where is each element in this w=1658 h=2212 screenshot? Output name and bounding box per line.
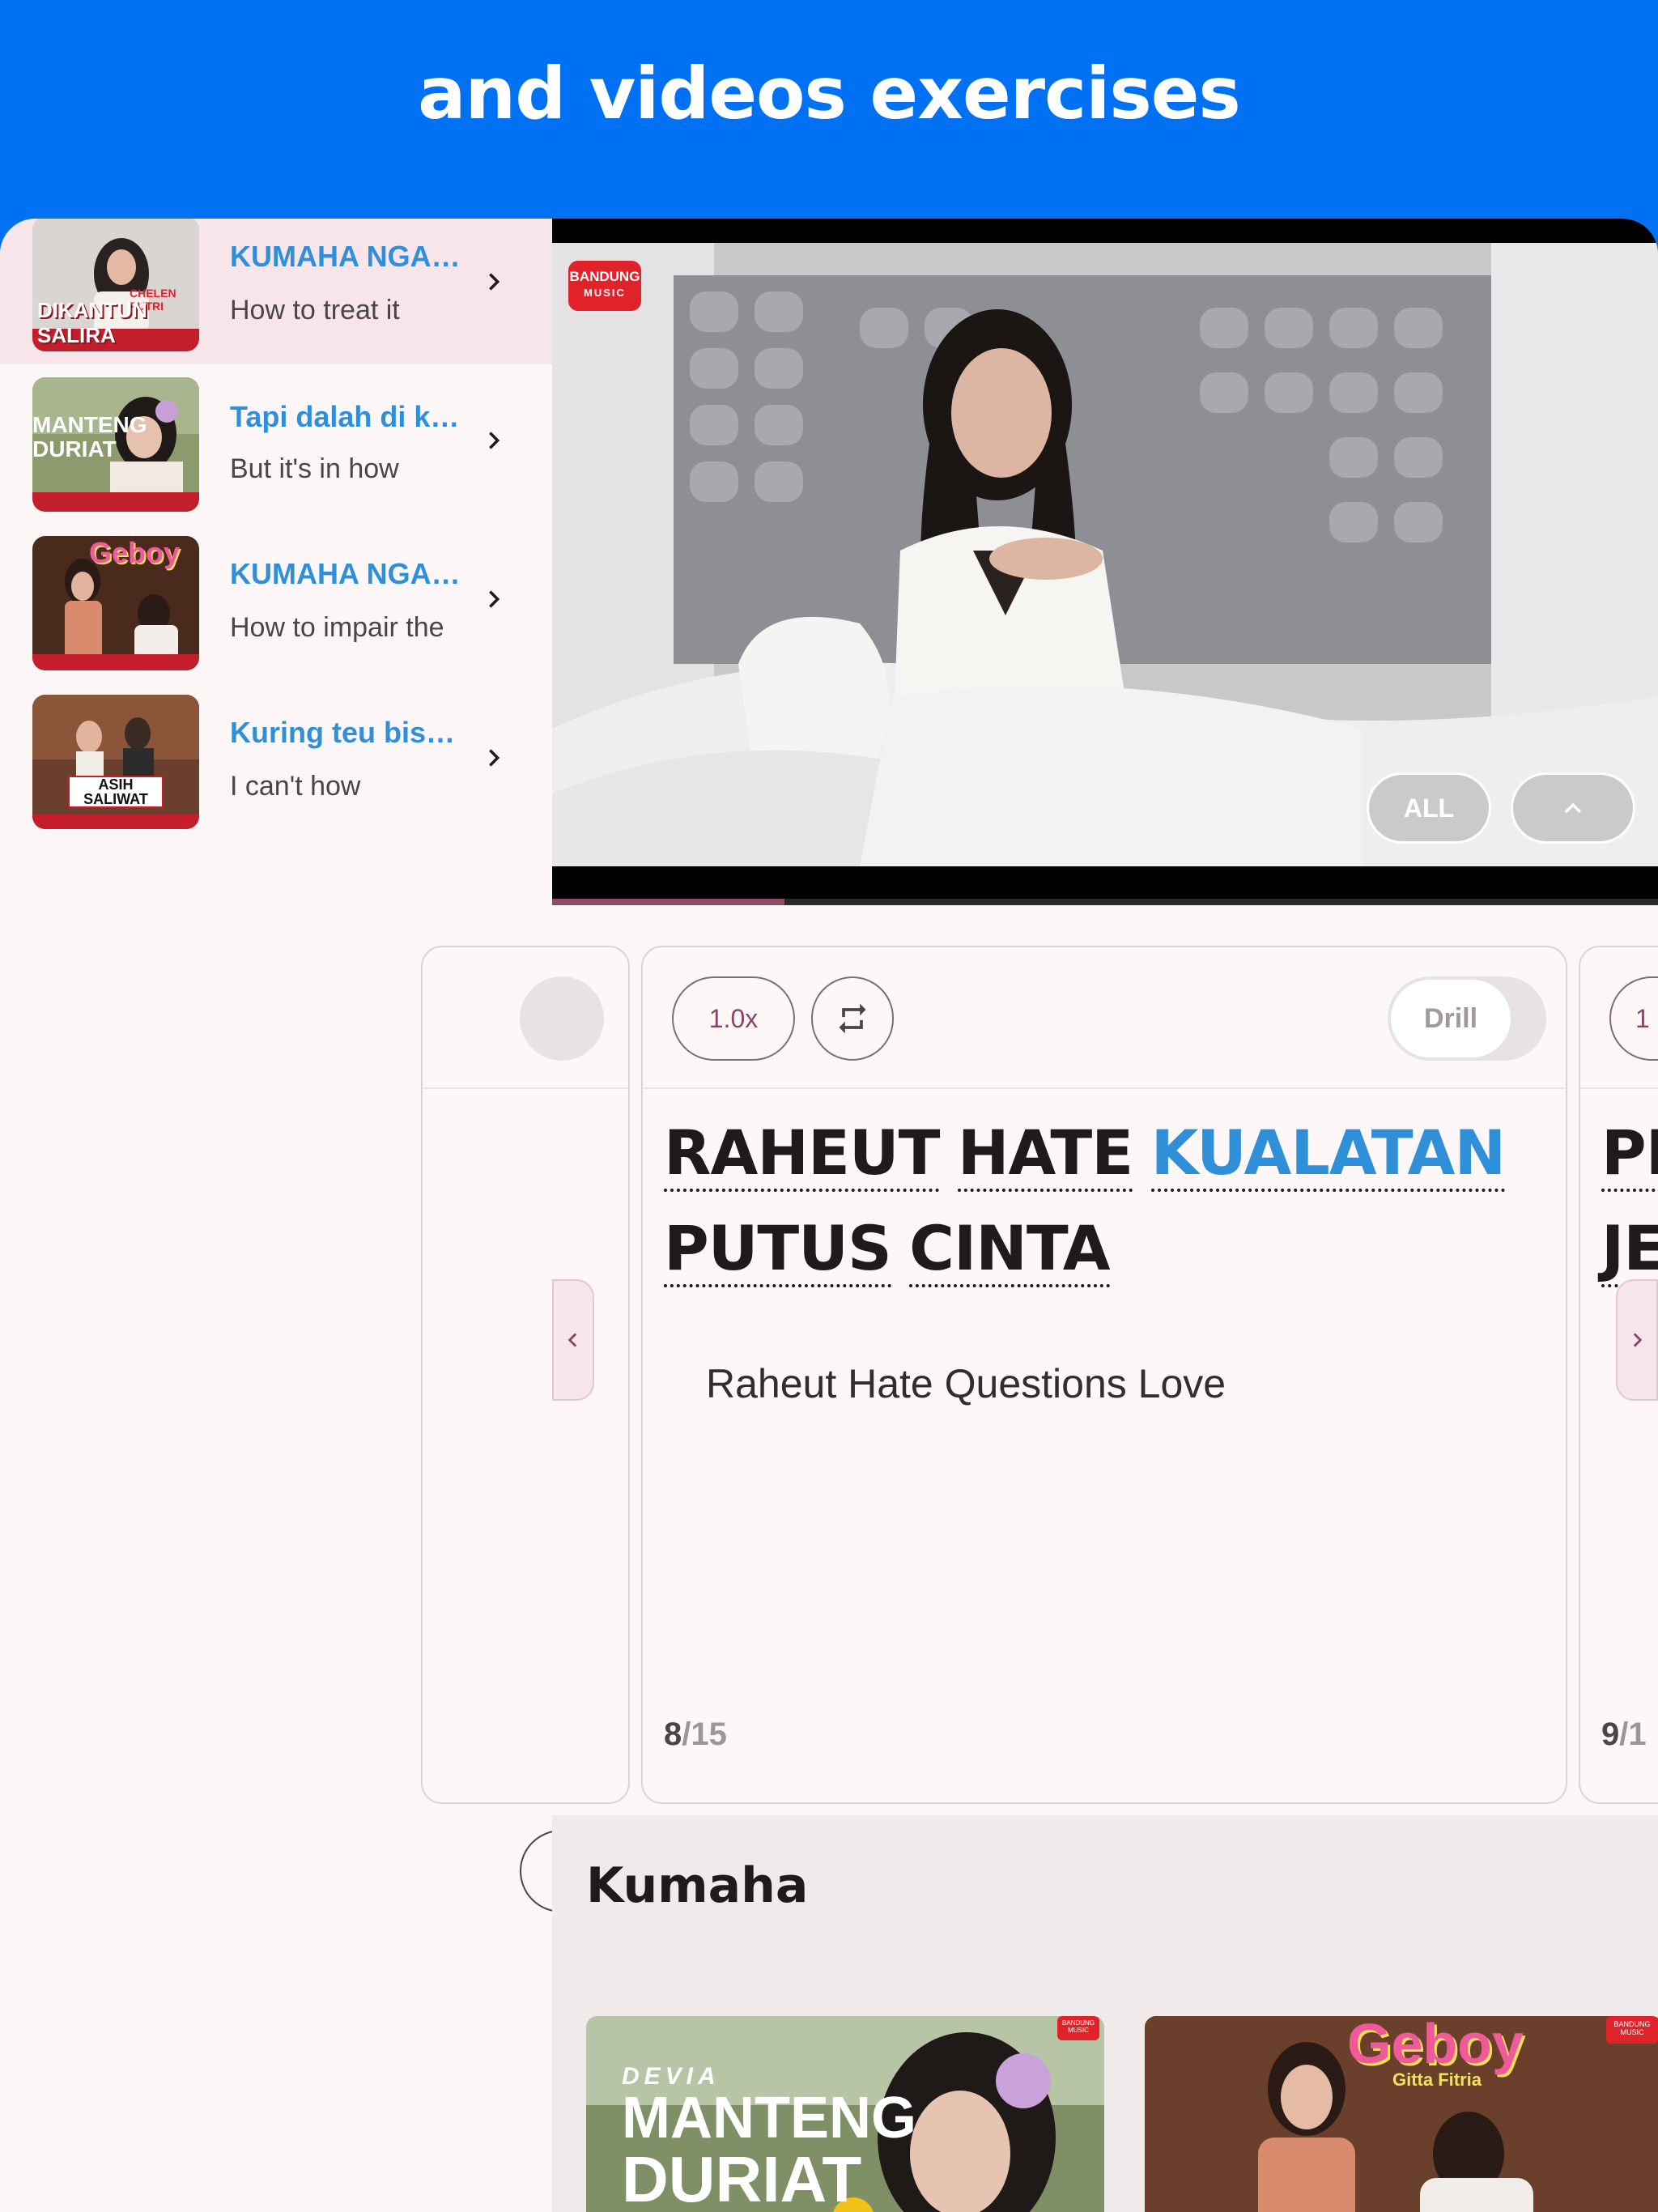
item-translation: How to treat it — [230, 295, 400, 325]
sentence-line: PI — [1601, 1122, 1658, 1192]
sentence-card: 1.0x Drill RAHEUT HATE KUALATAN PUTUS CI… — [641, 946, 1567, 1937]
thumbnail-caption: Gitta Fitria — [1392, 2069, 1482, 2090]
card-divider — [1580, 1087, 1658, 1089]
video-player[interactable]: BANDUNG MUSIC ALL — [552, 219, 1658, 903]
item-title: KUMAHA NGADEUDEULKEUN — [230, 240, 465, 273]
item-translation: How to impair the — [230, 612, 444, 643]
drill-toggle[interactable]: Drill — [1388, 976, 1546, 1061]
brand-logo: BANDUNG MUSIC — [1057, 2016, 1099, 2040]
video-thumbnail: MANTENG DURIAT — [32, 377, 199, 512]
related-section: Kumaha DEVIA MANTENG DURIAT BANDUNG MUSI… — [552, 1815, 1658, 2212]
card-counter: 8/15 — [664, 1716, 727, 1752]
word[interactable]: HATE — [957, 1122, 1133, 1192]
chevron-right-icon — [1633, 1333, 1643, 1347]
brand-logo: BANDUNG MUSIC — [1606, 2016, 1658, 2044]
sentence-translation: Raheut Hate Questions Love — [706, 1361, 1226, 1406]
chevron-right-icon — [489, 273, 500, 291]
word-highlighted[interactable]: KUALATAN — [1150, 1122, 1506, 1192]
next-card-button[interactable] — [1616, 1279, 1658, 1401]
video-thumbnail[interactable]: Geboy Gitta Fitria BANDUNG MUSIC — [1145, 2016, 1658, 2212]
sentence-line: JE — [1601, 1218, 1658, 1287]
sentence-line: PUTUS CINTA — [664, 1218, 1111, 1287]
card-divider — [643, 1087, 1566, 1089]
list-item[interactable]: CHELEN PUTRI DIKANTUN SALIRA KUMAHA NGAD… — [0, 219, 552, 364]
video-frame: BANDUNG MUSIC ALL — [552, 243, 1658, 866]
thumbnail-caption: MANTENG DURIAT — [32, 412, 147, 462]
chevron-up-icon — [1564, 802, 1582, 814]
thumbnail-caption: ASIH SALIWAT — [68, 776, 164, 808]
video-thumbnail: CHELEN PUTRI DIKANTUN SALIRA — [32, 219, 199, 351]
collapse-button[interactable] — [1511, 772, 1635, 844]
chevron-right-icon — [489, 749, 500, 767]
sentence-line: RAHEUT HATE KUALATAN — [664, 1122, 1506, 1192]
all-button[interactable]: ALL — [1367, 772, 1491, 844]
word[interactable]: PUTUS — [664, 1218, 892, 1287]
video-progress-bar[interactable] — [552, 899, 1658, 905]
video-thumbnail: ASIH SALIWAT — [32, 695, 199, 829]
item-title: Kuring teu bisa kumaha — [230, 716, 465, 749]
speed-button[interactable]: 1 — [1609, 976, 1658, 1061]
app-screen: CHELEN PUTRI DIKANTUN SALIRA KUMAHA NGAD… — [0, 219, 1658, 2212]
item-translation: I can't how — [230, 771, 361, 802]
brand-logo: BANDUNG MUSIC — [568, 261, 641, 311]
card-divider — [423, 1087, 628, 1089]
thumbnail-caption: Geboy — [1347, 2016, 1524, 2075]
video-progress-fill — [552, 899, 784, 905]
chevron-left-icon — [568, 1333, 577, 1347]
word[interactable]: CINTA — [909, 1218, 1111, 1287]
speed-button[interactable]: 1.0x — [672, 976, 795, 1061]
previous-card-button[interactable] — [552, 1279, 594, 1401]
item-translation: But it's in how — [230, 453, 399, 484]
video-thumbnail: Geboy — [32, 536, 199, 670]
chevron-right-icon — [489, 590, 500, 608]
card-counter: 9/1 — [1601, 1716, 1647, 1752]
repeat-icon — [839, 1003, 866, 1034]
banner-title: and videos exercises — [418, 52, 1241, 135]
video-thumbnail[interactable]: DEVIA MANTENG DURIAT BANDUNG MUSIC — [586, 2016, 1104, 2212]
thumbnail-caption: DEVIA MANTENG DURIAT — [622, 2063, 916, 2212]
drill-toggle[interactable] — [520, 976, 604, 1061]
previous-card[interactable] — [421, 946, 630, 1912]
thumbnail-caption: Geboy — [89, 536, 181, 569]
list-item[interactable]: Geboy KUMAHA NGARUSAK How to impair the — [0, 534, 552, 680]
item-title: Tapi dalah di kumaha — [230, 400, 465, 433]
list-item[interactable]: ASIH SALIWAT Kuring teu bisa kumaha I ca… — [0, 693, 552, 839]
chevron-right-icon — [489, 432, 500, 449]
drill-label: Drill — [1391, 980, 1511, 1057]
repeat-button[interactable] — [811, 976, 894, 1061]
thumbnail-caption: DIKANTUN SALIRA — [37, 298, 147, 347]
item-title: KUMAHA NGARUSAK — [230, 557, 465, 590]
promo-banner: and videos exercises — [0, 0, 1658, 219]
list-item[interactable]: MANTENG DURIAT Tapi dalah di kumaha But … — [0, 376, 552, 521]
word[interactable]: RAHEUT — [664, 1122, 940, 1192]
section-title: Kumaha — [586, 1857, 809, 1914]
